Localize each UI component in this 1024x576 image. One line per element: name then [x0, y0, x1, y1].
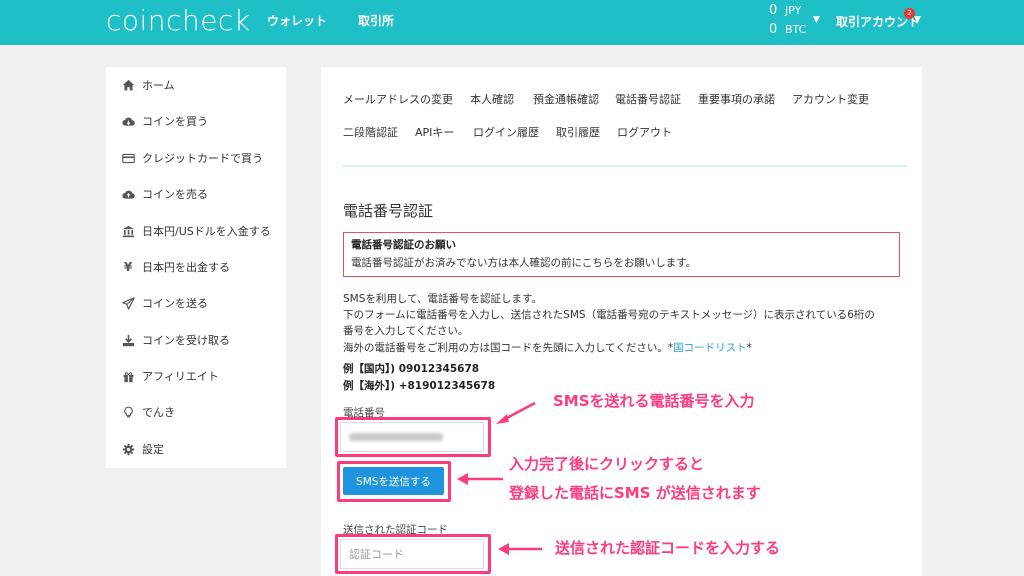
- yen-icon: ¥: [123, 260, 133, 274]
- intro-text-3: 番号を入力してください。: [343, 325, 469, 337]
- tab-important-terms[interactable]: 重要事項の承諾: [698, 91, 775, 107]
- tab-account-change[interactable]: アカウント変更: [792, 91, 869, 107]
- example-domestic: 例【国内】) 09012345678: [343, 363, 480, 375]
- tab-identity[interactable]: 本人確認: [470, 91, 514, 107]
- annotation-send-1: 入力完了後にクリックすると: [509, 455, 705, 473]
- sidebar-item-label: 日本円/USドルを入金する: [142, 225, 271, 238]
- download-icon: [120, 333, 136, 347]
- tab-login-history[interactable]: ログイン履歴: [473, 124, 539, 140]
- tab-email-change[interactable]: メールアドレスの変更: [343, 91, 453, 107]
- sidebar-item-send[interactable]: コインを送る: [120, 294, 280, 312]
- gear-icon: [120, 442, 136, 456]
- annotation-send-2: 登録した電話にSMS が送信されます: [509, 484, 761, 502]
- annotation-code: 送信された認証コードを入力する: [555, 539, 781, 557]
- sidebar-item-label: コインを受け取る: [142, 334, 230, 347]
- sidebar-item-credit-card[interactable]: クレジットカードで買う: [120, 149, 280, 167]
- sidebar-item-label: ホーム: [142, 79, 175, 92]
- country-code-link[interactable]: 国コードリスト: [673, 342, 747, 354]
- home-icon: [120, 78, 136, 92]
- cloud-download-icon: [120, 114, 136, 128]
- intro-text-4-body: 海外の電話番号をご利用の方は国コードを先頭に入力してください。: [343, 342, 668, 354]
- tab-api-key[interactable]: APIキー: [415, 124, 454, 140]
- sidebar-item-buy[interactable]: コインを買う: [120, 112, 280, 130]
- alert-body: 電話番号認証がお済みでない方は本人確認の前にこちらをお願いします。: [351, 257, 697, 269]
- arrow-icon: [457, 473, 503, 485]
- tab-divider: [343, 165, 907, 167]
- sidebar-item-label: コインを買う: [142, 115, 208, 128]
- jpy-currency: JPY: [785, 4, 802, 17]
- annotation-phone: SMSを送れる電話番号を入力: [553, 392, 755, 410]
- sidebar-item-denki[interactable]: でんき: [120, 403, 280, 421]
- account-caret-icon[interactable]: ▼: [914, 15, 921, 25]
- arrow-icon: [498, 543, 542, 555]
- credit-card-icon: [120, 151, 136, 165]
- nav-wallet[interactable]: ウォレット: [267, 12, 327, 29]
- sidebar-item-affiliate[interactable]: アフィリエイト: [120, 367, 280, 385]
- bank-icon: [120, 224, 136, 238]
- sidebar-item-label: アフィリエイト: [142, 370, 219, 383]
- sidebar-item-withdraw[interactable]: ¥ 日本円を出金する: [120, 258, 280, 276]
- arrow-icon: [496, 401, 536, 424]
- sidebar-item-deposit[interactable]: 日本円/USドルを入金する: [120, 222, 280, 240]
- btc-amount: 0: [769, 22, 778, 37]
- send-icon: [120, 296, 136, 310]
- phone-input-highlight: [335, 417, 491, 457]
- gift-icon: [120, 369, 136, 383]
- page-title: 電話番号認証: [343, 202, 434, 220]
- tab-bankbook[interactable]: 預金通帳確認: [533, 91, 599, 107]
- balance-caret-icon[interactable]: ▼: [813, 15, 820, 25]
- alert-title: 電話番号認証のお願い: [351, 239, 456, 251]
- tab-trade-history[interactable]: 取引履歴: [556, 124, 600, 140]
- cloud-upload-icon: [120, 187, 136, 201]
- btc-currency: BTC: [785, 23, 807, 36]
- sidebar-item-label: コインを送る: [142, 297, 208, 310]
- intro-text-4: 海外の電話番号をご利用の方は国コードを先頭に入力してください。*国コードリスト*: [343, 340, 752, 355]
- intro-text-1: SMSを利用して、電話番号を認証します。: [343, 293, 542, 305]
- example-overseas: 例【海外】) +819012345678: [343, 380, 496, 392]
- nav-exchange[interactable]: 取引所: [358, 12, 394, 29]
- sidebar-item-home[interactable]: ホーム: [120, 76, 280, 94]
- coincheck-logo[interactable]: coincheck: [106, 4, 251, 37]
- sidebar-item-label: コインを売る: [142, 188, 208, 201]
- tab-phone-verify[interactable]: 電話番号認証: [615, 91, 681, 107]
- sidebar-item-label: 設定: [142, 443, 164, 456]
- sidebar-item-label: でんき: [142, 406, 175, 419]
- top-header: coincheck ウォレット 取引所 0 JPY 0 BTC ▼ 取引アカウン…: [0, 0, 1024, 45]
- link-suffix: *: [746, 342, 752, 354]
- send-button-highlight: [337, 461, 451, 502]
- sidebar-item-sell[interactable]: コインを売る: [120, 185, 280, 203]
- sidebar-item-label: クレジットカードで買う: [142, 152, 263, 165]
- jpy-amount: 0: [769, 3, 778, 18]
- sidebar-item-receive[interactable]: コインを受け取る: [120, 331, 280, 349]
- tab-two-factor[interactable]: 二段階認証: [343, 124, 398, 140]
- sidebar-item-label: 日本円を出金する: [142, 261, 230, 274]
- tab-logout[interactable]: ログアウト: [617, 124, 672, 140]
- sidebar-item-settings[interactable]: 設定: [120, 440, 280, 458]
- intro-text-2: 下のフォームに電話番号を入力し、送信されたSMS（電話番号宛のテキストメッセージ…: [343, 309, 875, 321]
- lightbulb-icon: [120, 405, 136, 419]
- code-input-highlight: [335, 534, 491, 574]
